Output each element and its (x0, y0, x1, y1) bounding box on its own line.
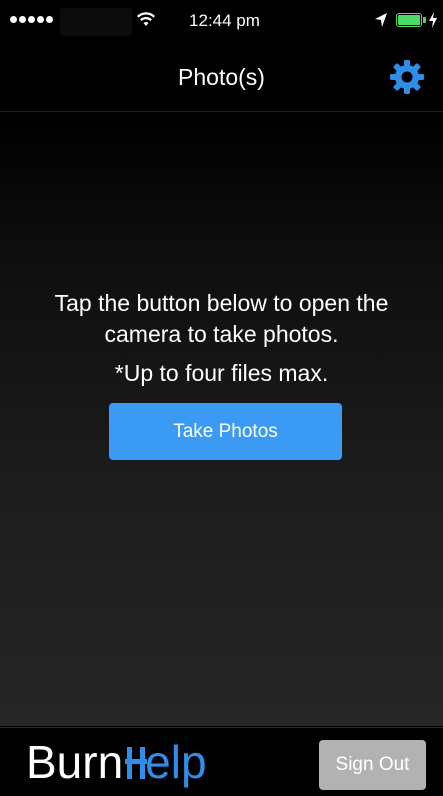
app-screen: 12:44 pm Photo(s) Tap the button below t (0, 0, 443, 796)
settings-gear-icon[interactable] (388, 58, 426, 96)
battery-icon (396, 13, 422, 27)
logo-text-help: elp (145, 736, 207, 788)
main-content: Tap the button below to open the camera … (0, 112, 443, 726)
battery-tip (423, 17, 426, 23)
take-photos-button[interactable]: Take Photos (109, 403, 342, 460)
charging-bolt-icon (429, 12, 437, 28)
location-arrow-icon (375, 13, 387, 27)
footer-bar: Burn elp Sign Out (0, 727, 443, 796)
file-limit-note: *Up to four files max. (114, 360, 329, 386)
instructions-text: Tap the button below to open the camera … (54, 290, 389, 347)
logo-cross-icon (125, 747, 148, 779)
sign-out-button[interactable]: Sign Out (319, 740, 426, 790)
page-title: Photo(s) (178, 64, 265, 90)
logo-text-burn: Burn (26, 736, 124, 788)
status-bar: 12:44 pm (0, 0, 443, 44)
navigation-bar: Photo(s) (0, 44, 443, 112)
burnhelp-logo: Burn elp (26, 732, 207, 792)
